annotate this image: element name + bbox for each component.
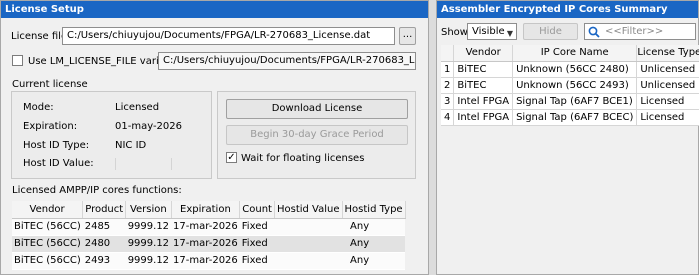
ampp-table: Vendor Product Version Expiration Count … xyxy=(12,201,406,270)
column-header[interactable]: Expiration xyxy=(171,201,241,219)
expiration-label: Expiration: xyxy=(23,121,78,132)
env-variable-field: C:/Users/chiuyujou/Documents/FPGA/LR-270… xyxy=(158,52,416,70)
host-id-type-value: NIC ID xyxy=(115,140,147,151)
hide-button[interactable]: Hide xyxy=(523,23,578,40)
ip-cores-table: Vendor IP Core Name License Type 1 BiTEC… xyxy=(441,45,699,126)
splitter[interactable] xyxy=(429,0,436,275)
browse-button[interactable]: ... xyxy=(399,27,416,45)
wait-floating-checkbox[interactable]: ✓ xyxy=(226,152,237,163)
table-row[interactable]: 3 Intel FPGA Signal Tap (6AF7 BCE1) Lice… xyxy=(441,93,699,110)
download-license-button[interactable]: Download License xyxy=(226,99,408,119)
row-index: 4 xyxy=(441,109,455,126)
table-cell: BiTEC (56CC) xyxy=(12,252,83,270)
grace-period-button[interactable]: Begin 30-day Grace Period xyxy=(226,125,408,145)
table-cell: Signal Tap (6AF7 BCEC) xyxy=(512,109,638,126)
license-file-input[interactable]: C:/Users/chiuyujou/Documents/FPGA/LR-270… xyxy=(62,27,395,45)
table-cell: Any xyxy=(342,252,406,270)
current-license-title: Current license xyxy=(12,79,88,90)
table-row[interactable]: 4 Intel FPGA Signal Tap (6AF7 BCEC) Lice… xyxy=(441,109,699,126)
table-cell: 2485 xyxy=(82,218,126,236)
license-setup-title: License Setup xyxy=(1,1,428,18)
ampp-title: Licensed AMPP/IP cores functions: xyxy=(12,185,182,196)
table-cell: Any xyxy=(342,235,406,253)
host-id-separator xyxy=(115,158,116,170)
ip-cores-summary-title: Assembler Encrypted IP Cores Summary xyxy=(437,1,698,18)
table-row[interactable]: 2 BiTEC Unknown (56CC 2493) Unlicensed xyxy=(441,77,699,94)
column-header[interactable]: Hostid Value xyxy=(274,201,343,219)
chevron-down-icon: ▼ xyxy=(506,29,513,38)
mode-label: Mode: xyxy=(23,102,54,113)
column-header[interactable]: Product xyxy=(82,201,127,219)
table-cell: Any xyxy=(342,218,406,236)
table-cell: BiTEC xyxy=(453,77,514,94)
table-cell: 9999.12 xyxy=(125,218,172,236)
ip-cores-table-header: Vendor IP Core Name License Type xyxy=(441,45,699,62)
host-id-value-label: Host ID Value: xyxy=(23,158,94,169)
table-cell: Signal Tap (6AF7 BCE1) xyxy=(512,93,638,110)
table-cell xyxy=(274,235,343,253)
use-env-checkbox[interactable] xyxy=(12,55,23,66)
table-cell: Fixed xyxy=(239,218,275,236)
table-row[interactable]: BiTEC (56CC) 2493 9999.12 17-mar-2026 Fi… xyxy=(12,252,406,270)
table-row[interactable]: BiTEC (56CC) 2480 9999.12 17-mar-2026 Fi… xyxy=(12,235,406,253)
filter-input[interactable]: <<Filter>> xyxy=(584,23,696,40)
column-header[interactable]: Version xyxy=(125,201,172,219)
table-cell: Unknown (56CC 2480) xyxy=(512,61,638,78)
table-cell: 17-mar-2026 xyxy=(171,235,240,253)
table-cell: Intel FPGA xyxy=(453,109,514,126)
table-cell: Licensed xyxy=(636,93,699,110)
host-id-type-label: Host ID Type: xyxy=(23,140,90,151)
row-index: 2 xyxy=(441,77,455,94)
row-index: 1 xyxy=(441,61,455,78)
column-header[interactable] xyxy=(441,45,455,62)
license-setup-panel: License Setup License file: C:/Users/chi… xyxy=(0,0,429,275)
column-header[interactable]: Vendor xyxy=(12,201,84,219)
row-index: 3 xyxy=(441,93,455,110)
table-cell: Intel FPGA xyxy=(453,93,514,110)
table-cell: Fixed xyxy=(239,252,275,270)
show-dropdown[interactable]: Visible ▼ xyxy=(467,23,517,40)
table-row[interactable]: BiTEC (56CC) 2485 9999.12 17-mar-2026 Fi… xyxy=(12,218,406,236)
table-cell: 2493 xyxy=(82,252,126,270)
table-cell xyxy=(274,218,343,236)
table-cell: 9999.12 xyxy=(125,252,172,270)
table-cell: BiTEC (56CC) xyxy=(12,235,83,253)
table-cell: 9999.12 xyxy=(125,235,172,253)
wait-floating-label: Wait for floating licenses xyxy=(241,153,365,164)
table-cell: Unlicensed xyxy=(636,61,699,78)
column-header[interactable]: License Type xyxy=(636,45,699,62)
table-cell: 2480 xyxy=(82,235,126,253)
column-header[interactable]: Count xyxy=(239,201,275,219)
column-header[interactable]: Hostid Type xyxy=(342,201,406,219)
table-cell: 17-mar-2026 xyxy=(171,252,240,270)
table-row[interactable]: 1 BiTEC Unknown (56CC 2480) Unlicensed xyxy=(441,61,699,78)
table-cell: 17-mar-2026 xyxy=(171,218,240,236)
show-dropdown-value: Visible xyxy=(472,26,505,37)
table-cell xyxy=(274,252,343,270)
column-header[interactable]: IP Core Name xyxy=(512,45,638,62)
host-id-separator xyxy=(171,158,172,170)
ampp-table-header: Vendor Product Version Expiration Count … xyxy=(12,201,406,219)
mode-value: Licensed xyxy=(115,102,160,113)
table-cell: Licensed xyxy=(636,109,699,126)
table-cell: Fixed xyxy=(239,235,275,253)
table-cell: BiTEC (56CC) xyxy=(12,218,83,236)
expiration-value: 01-may-2026 xyxy=(115,121,183,132)
table-cell: Unlicensed xyxy=(636,77,699,94)
column-header[interactable]: Vendor xyxy=(453,45,514,62)
table-cell: Unknown (56CC 2493) xyxy=(512,77,638,94)
search-icon xyxy=(588,26,600,38)
ip-cores-summary-panel: Assembler Encrypted IP Cores Summary Sho… xyxy=(436,0,699,275)
table-cell: BiTEC xyxy=(453,61,514,78)
